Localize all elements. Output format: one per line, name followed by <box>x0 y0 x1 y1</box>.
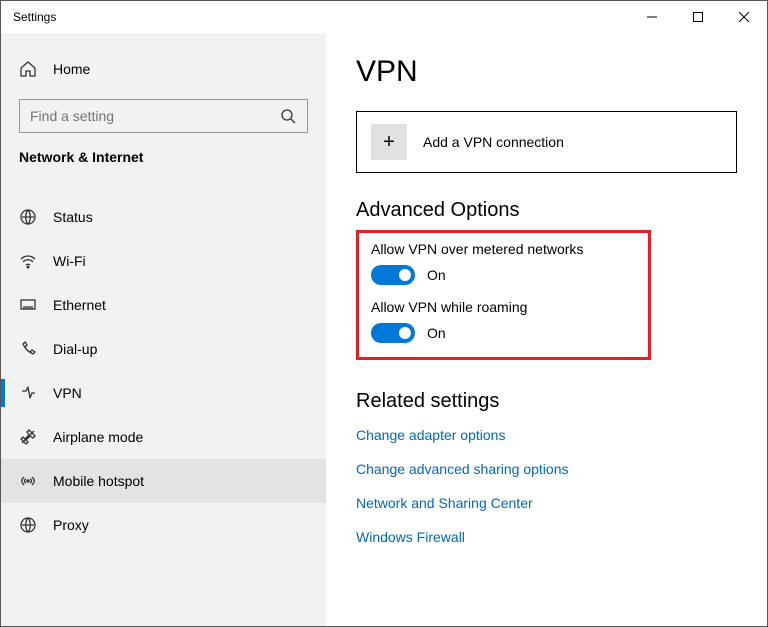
hotspot-icon <box>19 472 37 490</box>
main-panel: VPN + Add a VPN connection Advanced Opti… <box>326 33 767 626</box>
metered-toggle-label: Allow VPN over metered networks <box>371 241 636 257</box>
roaming-toggle-state: On <box>427 325 446 341</box>
sidebar-item-label: VPN <box>53 385 82 401</box>
dialup-icon <box>19 340 37 358</box>
sidebar: Home Network & Internet Status <box>1 33 326 626</box>
roaming-toggle-label: Allow VPN while roaming <box>371 299 636 315</box>
titlebar: Settings <box>1 1 767 33</box>
home-icon <box>19 60 37 78</box>
wifi-icon <box>19 252 37 270</box>
sidebar-item-airplane[interactable]: Airplane mode <box>1 415 326 459</box>
vpn-icon <box>19 384 37 402</box>
sidebar-item-label: Proxy <box>53 517 89 533</box>
close-button[interactable] <box>721 1 767 33</box>
window-controls <box>629 1 767 33</box>
link-sharing-options[interactable]: Change advanced sharing options <box>356 461 737 477</box>
sidebar-item-label: Airplane mode <box>53 429 143 445</box>
link-network-center[interactable]: Network and Sharing Center <box>356 495 737 511</box>
link-adapter-options[interactable]: Change adapter options <box>356 427 737 443</box>
sidebar-item-dialup[interactable]: Dial-up <box>1 327 326 371</box>
sidebar-item-ethernet[interactable]: Ethernet <box>1 283 326 327</box>
home-button[interactable]: Home <box>1 51 326 87</box>
airplane-icon <box>19 428 37 446</box>
sidebar-item-status[interactable]: Status <box>1 195 326 239</box>
section-heading: Network & Internet <box>1 149 326 165</box>
add-vpn-label: Add a VPN connection <box>423 134 564 150</box>
sidebar-item-hotspot[interactable]: Mobile hotspot <box>1 459 326 503</box>
related-settings-heading: Related settings <box>356 390 737 413</box>
search-box[interactable] <box>19 99 308 133</box>
ethernet-icon <box>19 296 37 314</box>
maximize-button[interactable] <box>675 1 721 33</box>
sidebar-item-label: Ethernet <box>53 297 106 313</box>
sidebar-item-wifi[interactable]: Wi-Fi <box>1 239 326 283</box>
sidebar-item-label: Status <box>53 209 93 225</box>
roaming-toggle[interactable] <box>371 323 415 343</box>
home-label: Home <box>53 61 90 77</box>
highlight-annotation: Allow VPN over metered networks On Allow… <box>356 230 651 360</box>
sidebar-item-label: Mobile hotspot <box>53 473 144 489</box>
link-windows-firewall[interactable]: Windows Firewall <box>356 529 737 545</box>
sidebar-item-proxy[interactable]: Proxy <box>1 503 326 547</box>
minimize-button[interactable] <box>629 1 675 33</box>
plus-icon: + <box>371 124 407 160</box>
window-title: Settings <box>13 10 56 24</box>
search-icon <box>279 107 297 125</box>
sidebar-item-label: Dial-up <box>53 341 97 357</box>
add-vpn-button[interactable]: + Add a VPN connection <box>356 111 737 173</box>
advanced-options-heading: Advanced Options <box>356 199 737 222</box>
search-input[interactable] <box>30 108 279 124</box>
sidebar-item-label: Wi-Fi <box>53 253 86 269</box>
proxy-icon <box>19 516 37 534</box>
status-icon <box>19 208 37 226</box>
sidebar-item-vpn[interactable]: VPN <box>1 371 326 415</box>
metered-toggle[interactable] <box>371 265 415 285</box>
page-title: VPN <box>356 55 737 89</box>
metered-toggle-state: On <box>427 267 446 283</box>
